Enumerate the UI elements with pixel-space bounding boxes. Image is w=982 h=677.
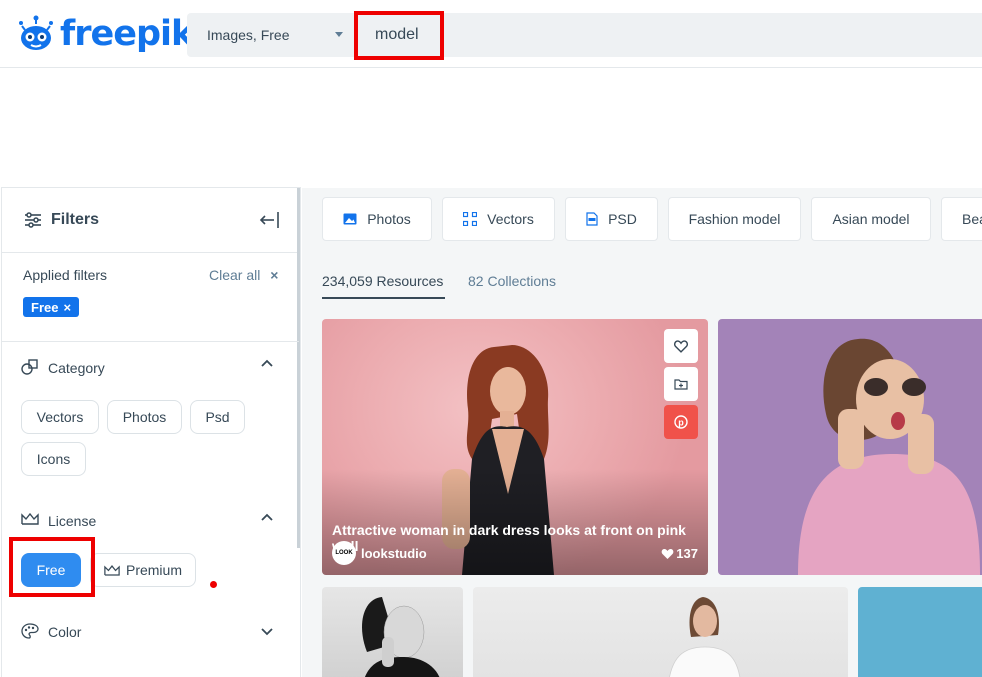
caret-down-icon <box>335 32 343 37</box>
author-avatar[interactable]: LOOK <box>332 541 356 565</box>
tab-collections[interactable]: 82 Collections <box>468 273 556 289</box>
add-to-collection-button[interactable] <box>664 367 698 401</box>
psd-file-icon <box>586 212 598 226</box>
category-photos[interactable]: Photos <box>107 400 182 434</box>
chip-label: Free <box>31 299 59 315</box>
folder-add-icon <box>674 379 688 390</box>
sliders-icon <box>25 212 41 228</box>
search-highlight-box <box>354 11 444 60</box>
likes-value: 137 <box>676 546 698 561</box>
tag-bea[interactable]: Bea <box>941 197 982 241</box>
freepik-logo[interactable]: freepik <box>16 12 194 56</box>
pinterest-icon: p <box>674 415 688 429</box>
resource-card[interactable] <box>473 587 848 677</box>
filters-header: Filters <box>2 188 300 253</box>
tag-asian-model[interactable]: Asian model <box>811 197 931 241</box>
search-type-dropdown[interactable]: Images, Free <box>187 13 357 57</box>
tag-label: Photos <box>367 211 411 227</box>
close-icon: × <box>270 267 279 283</box>
likes-count: 137 <box>661 546 698 561</box>
clear-all-button[interactable]: Clear all × <box>209 267 278 283</box>
tag-vectors[interactable]: Vectors <box>442 197 555 241</box>
crown-icon <box>21 512 39 525</box>
color-title: Color <box>48 624 82 640</box>
search-type-label: Images, Free <box>207 27 290 43</box>
photo-woman-pink-coat <box>798 338 980 575</box>
category-psd[interactable]: Psd <box>190 400 245 434</box>
logo-text: freepik <box>60 14 194 54</box>
image-icon <box>343 213 357 225</box>
crown-icon <box>104 564 120 576</box>
pinterest-button[interactable]: p <box>664 405 698 439</box>
category-icons[interactable]: Icons <box>21 442 86 476</box>
resource-card[interactable] <box>322 587 463 677</box>
chevron-up-icon[interactable] <box>261 359 273 369</box>
tab-resources[interactable]: 234,059 Resources <box>322 273 443 289</box>
tag-fashion-model[interactable]: Fashion model <box>668 197 801 241</box>
applied-filter-chip-free[interactable]: Free × <box>23 297 80 317</box>
collapse-panel-icon[interactable] <box>259 211 281 229</box>
palette-icon <box>21 623 39 639</box>
filters-title: Filters <box>51 211 100 228</box>
tag-photos[interactable]: Photos <box>322 197 432 241</box>
resource-card[interactable] <box>858 587 982 677</box>
applied-filters-label: Applied filters <box>23 267 108 283</box>
resource-card[interactable] <box>718 319 982 575</box>
category-title: Category <box>48 360 105 376</box>
applied-filters: Applied filters Clear all × Free × <box>2 254 300 342</box>
category-vectors[interactable]: Vectors <box>21 400 99 434</box>
vector-icon <box>463 212 478 226</box>
license-title: License <box>48 513 97 529</box>
heart-outline-icon <box>674 339 688 353</box>
tag-label: PSD <box>608 211 637 227</box>
heart-icon <box>661 548 674 559</box>
shapes-icon <box>21 359 38 375</box>
license-premium-button[interactable]: Premium <box>90 553 196 587</box>
svg-text:p: p <box>678 418 684 428</box>
premium-label: Premium <box>125 562 182 578</box>
like-button[interactable] <box>664 329 698 363</box>
photo-model-white-shirt <box>669 597 741 677</box>
remove-chip-icon[interactable]: × <box>63 300 71 315</box>
resource-card[interactable]: Attractive woman in dark dress looks at … <box>322 319 708 575</box>
free-highlight-box <box>9 537 95 597</box>
author-name[interactable]: lookstudio <box>361 546 427 561</box>
search-bar: Images, Free <box>187 13 982 57</box>
filters-scrollbar[interactable] <box>297 188 300 548</box>
header: freepik Images, Free <box>0 0 982 68</box>
active-tab-indicator <box>322 297 445 299</box>
divider <box>2 341 299 342</box>
chevron-down-icon[interactable] <box>261 626 273 636</box>
chevron-up-icon[interactable] <box>261 513 273 523</box>
tag-psd[interactable]: PSD <box>565 197 658 241</box>
click-marker-dot <box>210 581 217 588</box>
photo-bw-model <box>362 597 440 677</box>
search-input[interactable] <box>365 22 965 48</box>
tag-label: Vectors <box>487 211 534 227</box>
clear-all-label: Clear all <box>209 267 261 283</box>
robot-logo-icon <box>19 15 53 50</box>
